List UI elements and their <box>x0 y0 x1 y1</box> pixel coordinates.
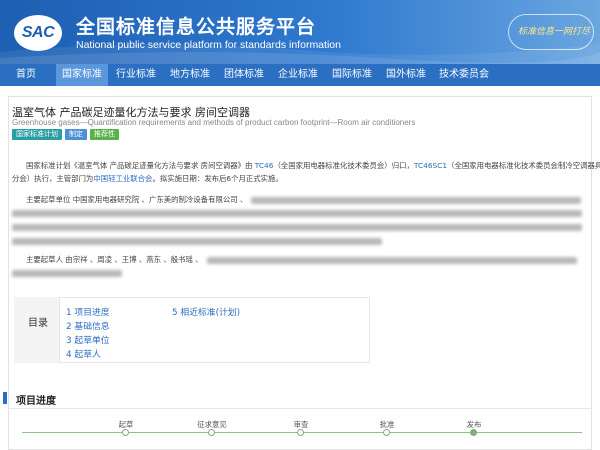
nav-industry-standards[interactable]: 行业标准 <box>110 64 162 86</box>
redacted-text <box>12 209 582 217</box>
sac-logo[interactable]: SAC <box>14 15 62 51</box>
nav-technical-committees[interactable]: 技术委员会 <box>434 64 494 86</box>
nav-home[interactable]: 首页 <box>4 64 48 86</box>
site-subtitle: National public service platform for sta… <box>76 39 341 51</box>
intro-text: （全国家用电器标准化技术委员会制冷空调器具 <box>447 161 600 170</box>
nav-foreign-standards[interactable]: 国外标准 <box>380 64 432 86</box>
sc-link[interactable]: TC46SC1 <box>414 161 447 170</box>
toc-label: 目录 <box>28 318 48 329</box>
drafting-orgs-cont-3 <box>12 236 382 245</box>
intro-line-1: 国家标准计划《温室气体 产品碳足迹量化方法与要求 房间空调器》由 TC46（全国… <box>26 160 600 171</box>
step-dot-draft <box>122 429 129 436</box>
step-dot-consultation <box>208 429 215 436</box>
intro-text: 。拟实施日期：发布后6个月正式实施。 <box>152 174 283 183</box>
nav-national-standards[interactable]: 国家标准 <box>56 64 108 86</box>
nav-local-standards[interactable]: 地方标准 <box>164 64 216 86</box>
tag-plan: 国家标准计划 <box>12 129 62 140</box>
standard-title-en: Greenhouse gases—Quantification requirem… <box>12 118 416 127</box>
nav-international-standards[interactable]: 国际标准 <box>326 64 378 86</box>
intro-text: 分会）执行，主管部门为 <box>12 174 94 183</box>
nav-enterprise-standards[interactable]: 企业标准 <box>272 64 324 86</box>
toc-item-drafting-orgs[interactable]: 3 起草单位 <box>66 333 110 346</box>
main-nav: 首页 国家标准 行业标准 地方标准 团体标准 企业标准 国际标准 国外标准 技术… <box>0 64 600 86</box>
step-dot-publish <box>470 429 477 436</box>
standard-tags: 国家标准计划 制定 推荐性 <box>12 129 119 140</box>
intro-line-2: 分会）执行，主管部门为中国轻工业联合会。拟实施日期：发布后6个月正式实施。 <box>12 173 283 184</box>
tag-type: 制定 <box>65 129 87 140</box>
toc-item-similar-standards[interactable]: 5 相近标准(计划) <box>172 305 240 318</box>
redacted-text <box>12 269 122 277</box>
drafters-line: 主要起草人 由宗祥 、周凌 、王博 、燕东 、殷书瑶 、 <box>26 254 577 265</box>
intro-text: （全国家用电器标准化技术委员会）归口， <box>273 161 414 170</box>
logo-text: SAC <box>21 24 55 41</box>
site-title: 全国标准信息公共服务平台 <box>76 16 317 38</box>
department-link[interactable]: 中国轻工业联合会 <box>93 174 152 183</box>
nav-group-standards[interactable]: 团体标准 <box>218 64 270 86</box>
drafting-orgs-line: 主要起草单位 中国家用电器研究院 、广东美的制冷设备有限公司 、 <box>26 194 582 205</box>
toc-item-basic-info[interactable]: 2 基础信息 <box>66 319 110 332</box>
toc-label-cell <box>14 297 60 363</box>
drafting-orgs-text: 主要起草单位 中国家用电器研究院 、广东美的制冷设备有限公司 、 <box>26 195 248 204</box>
step-dot-review <box>297 429 304 436</box>
slogan: 标准信息一网打尽 <box>518 27 591 37</box>
section-marker <box>3 392 7 404</box>
tag-nature: 推荐性 <box>90 129 119 140</box>
drafters-cont <box>12 268 122 277</box>
redacted-text <box>206 256 577 264</box>
drafting-orgs-cont-1 <box>12 208 582 217</box>
redacted-text <box>12 237 382 245</box>
drafting-orgs-cont-2 <box>12 222 582 231</box>
redacted-text <box>12 223 582 231</box>
toc-item-progress[interactable]: 1 项目进度 <box>66 305 110 318</box>
section-divider <box>8 408 592 409</box>
tc-link[interactable]: TC46 <box>255 161 274 170</box>
toc-item-drafters[interactable]: 4 起草人 <box>66 347 101 360</box>
redacted-text <box>251 196 582 204</box>
progress-section-title: 项目进度 <box>16 396 56 407</box>
drafters-text: 主要起草人 由宗祥 、周凌 、王博 、燕东 、殷书瑶 、 <box>26 255 203 264</box>
step-dot-approval <box>383 429 390 436</box>
intro-text: 国家标准计划《温室气体 产品碳足迹量化方法与要求 房间空调器》由 <box>26 161 255 170</box>
